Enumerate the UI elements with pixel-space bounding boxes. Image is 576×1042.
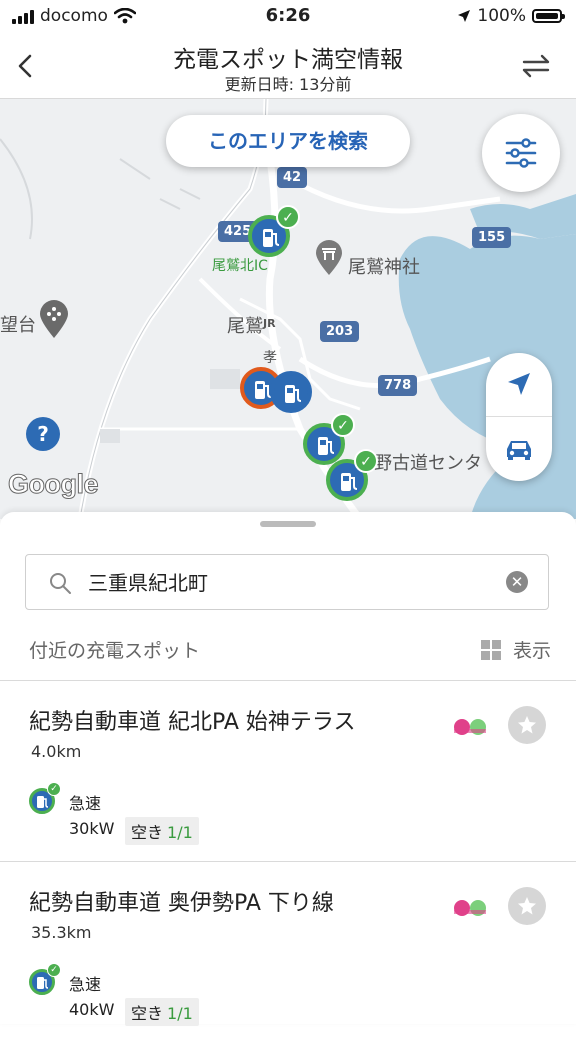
road-badge: 42 bbox=[277, 167, 308, 188]
my-location-button[interactable] bbox=[486, 353, 552, 416]
filter-button[interactable] bbox=[482, 114, 560, 192]
clear-search-button[interactable]: ✕ bbox=[506, 571, 528, 593]
charger-type: 急速 bbox=[69, 975, 102, 994]
list-item[interactable]: 紀勢自動車道 奥伊勢PA 下り線 35.3km ✓ 急速 40kW 空き 1/1 bbox=[0, 862, 576, 1042]
nearby-spots-label: 付近の充電スポット bbox=[29, 640, 201, 662]
nav-header: 充電スポット満空情報 更新日時: 13分前 bbox=[0, 34, 576, 99]
search-this-area-button[interactable]: このエリアを検索 bbox=[166, 115, 410, 167]
map-controls bbox=[486, 353, 552, 481]
list-item[interactable]: 紀勢自動車道 紀北PA 始神テラス 4.0km ✓ 急速 30kW 空き 1/1 bbox=[0, 681, 576, 861]
ev-plug-icon bbox=[285, 385, 302, 403]
battery-icon bbox=[532, 9, 565, 23]
jr-station-icon: JR bbox=[262, 317, 276, 329]
update-time: 更新日時: 13分前 bbox=[224, 75, 352, 94]
map-label-misc: 孝 bbox=[263, 350, 277, 366]
ev-plug-icon bbox=[37, 977, 49, 989]
charger-pin-available[interactable]: ✓ bbox=[326, 449, 378, 501]
spot-name: 紀勢自動車道 奥伊勢PA 下り線 bbox=[29, 891, 334, 916]
charger-power: 40kW bbox=[69, 1000, 115, 1019]
map-view[interactable]: 42 425 155 203 778 尾鷲神社 尾鷲 JR 尾鷲北IC 望台 野… bbox=[0, 99, 576, 519]
availability-label: 空き bbox=[131, 823, 164, 842]
check-icon: ✓ bbox=[331, 413, 355, 437]
charger-status-icon: ✓ bbox=[29, 782, 61, 814]
shrine-icon bbox=[316, 240, 342, 275]
availability-badge: 空き 1/1 bbox=[125, 998, 199, 1026]
favorite-button[interactable] bbox=[508, 887, 546, 925]
sliders-icon bbox=[505, 138, 537, 168]
search-icon bbox=[50, 573, 71, 594]
availability-badge: 空き 1/1 bbox=[125, 817, 199, 845]
navigation-arrow-icon bbox=[508, 373, 530, 395]
ev-plug-icon bbox=[37, 796, 49, 808]
availability-count: 1/1 bbox=[167, 1004, 193, 1023]
charger-type: 急速 bbox=[69, 794, 102, 813]
grid-icon bbox=[480, 639, 501, 660]
search-input[interactable] bbox=[88, 569, 468, 593]
viewpoint-icon bbox=[40, 300, 68, 338]
star-icon bbox=[518, 897, 536, 915]
car-icon bbox=[507, 441, 531, 460]
check-icon: ✓ bbox=[276, 205, 300, 229]
charger-pin-available[interactable]: ✓ bbox=[303, 413, 355, 465]
ev-plug-icon bbox=[318, 437, 335, 455]
svg-text:JR: JR bbox=[262, 317, 276, 329]
map-label-viewpoint: 望台 bbox=[0, 315, 36, 336]
status-right: 100% bbox=[457, 6, 565, 26]
close-icon: ✕ bbox=[510, 573, 524, 591]
spot-distance: 35.3km bbox=[31, 923, 92, 942]
search-box: ✕ bbox=[25, 554, 549, 610]
display-label: 表示 bbox=[512, 640, 551, 662]
map-label-owase: 尾鷲 bbox=[227, 316, 263, 337]
bottom-sheet: ✕ 付近の充電スポット 表示 紀勢自動車道 紀北PA 始神テラス 4.0km ✓… bbox=[0, 512, 576, 1026]
ev-plug-icon bbox=[263, 229, 280, 247]
road-badge: 778 bbox=[378, 375, 418, 396]
display-mode-button[interactable]: 表示 bbox=[480, 636, 551, 663]
road-badge: 203 bbox=[320, 321, 360, 342]
charger-pin-available[interactable]: ✓ bbox=[248, 205, 300, 257]
help-button[interactable]: ? bbox=[26, 417, 60, 451]
map-label-center: 野古道センタ bbox=[374, 453, 482, 474]
location-arrow-icon bbox=[458, 10, 471, 22]
availability-count: 1/1 bbox=[167, 823, 193, 842]
charger-power: 30kW bbox=[69, 819, 115, 838]
battery-percent: 100% bbox=[477, 6, 526, 26]
spot-name: 紀勢自動車道 紀北PA 始神テラス bbox=[29, 710, 356, 735]
star-icon bbox=[518, 716, 536, 734]
map-label-ic: 尾鷲北IC bbox=[212, 258, 268, 274]
ev-plug-icon bbox=[341, 473, 358, 491]
check-icon: ✓ bbox=[47, 963, 61, 977]
check-icon: ✓ bbox=[354, 449, 378, 473]
brand-logo-icon bbox=[454, 900, 486, 916]
favorite-button[interactable] bbox=[508, 706, 546, 744]
map-label-shrine: 尾鷲神社 bbox=[348, 257, 420, 278]
charger-pin-unknown[interactable] bbox=[270, 371, 312, 413]
swap-arrows-icon bbox=[522, 54, 550, 78]
check-icon: ✓ bbox=[47, 782, 61, 796]
road-badge: 155 bbox=[472, 227, 512, 248]
sheet-drag-handle[interactable] bbox=[260, 521, 316, 527]
google-attribution: Google bbox=[8, 469, 100, 500]
page-title: 充電スポット満空情報 bbox=[173, 47, 403, 73]
brand-logo-icon bbox=[454, 719, 486, 735]
car-route-button[interactable] bbox=[486, 417, 552, 481]
spot-distance: 4.0km bbox=[31, 742, 82, 761]
status-bar: docomo 6:26 100% bbox=[0, 0, 576, 34]
availability-label: 空き bbox=[131, 1004, 164, 1023]
charger-status-icon: ✓ bbox=[29, 963, 61, 995]
switch-button[interactable] bbox=[518, 48, 554, 84]
